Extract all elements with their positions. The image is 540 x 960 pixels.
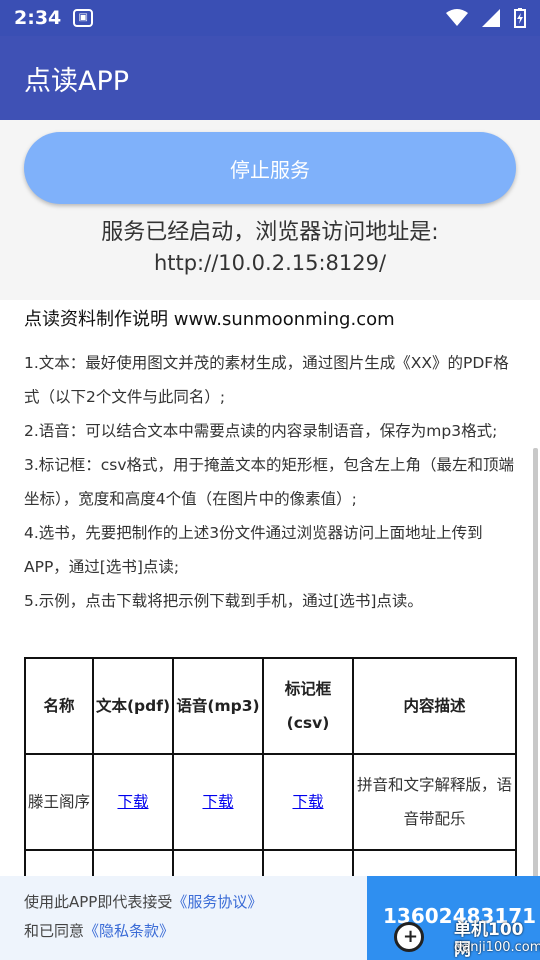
row-csv-cell: 下载 [262, 753, 354, 851]
instructions: 点读资料制作说明 www.sunmoonming.com 1.文本：最好使用图文… [24, 300, 518, 618]
instruction-item: 3.标记框：csv格式，用于掩盖文本的矩形框，包含左上角（最左和顶端坐标），宽度… [24, 456, 515, 508]
table-header-row: 名称 文本(pdf) 语音(mp3) 标记框(csv) 内容描述 [24, 657, 517, 755]
row-name: 滕王阁序 [24, 753, 94, 851]
agreement-line-2: 和已同意《隐私条款》 [24, 917, 343, 946]
download-pdf-link[interactable]: 下载 [117, 793, 148, 811]
header-name: 名称 [24, 657, 94, 755]
download-mp3-link[interactable]: 下载 [202, 793, 233, 811]
instruction-item: 2.语音：可以结合文本中需要点读的内容录制语音，保存为mp3格式; [24, 422, 498, 440]
service-url: http://10.0.2.15:8129/ [153, 251, 387, 275]
service-panel: 停止服务 服务已经启动，浏览器访问地址是: http://10.0.2.15:8… [0, 120, 540, 300]
notification-icon: ▣ [73, 9, 94, 27]
service-status-text: 服务已经启动，浏览器访问地址是: [101, 220, 439, 245]
privacy-prefix: 和已同意 [24, 922, 85, 940]
table-row: 滕王阁序 下载 下载 下载 拼音和文字解释版，语音带配乐 [24, 753, 517, 851]
app-bar: 点读APP [0, 36, 540, 120]
watermark-sub: danji100.com [454, 940, 540, 955]
row-mp3-cell: 下载 [172, 753, 264, 851]
signal-icon [482, 9, 500, 27]
battery-icon [514, 8, 526, 28]
status-bar: 2:34 ▣ [0, 0, 540, 36]
row-pdf-cell: 下载 [92, 753, 174, 851]
header-desc: 内容描述 [352, 657, 517, 755]
instruction-item: 5.示例，点击下载将把示例下载到手机，通过[选书]点读。 [24, 592, 423, 610]
row-desc: 拼音和文字解释版，语音带配乐 [352, 753, 517, 851]
download-csv-link[interactable]: 下载 [292, 793, 323, 811]
instruction-item: 1.文本：最好使用图文并茂的素材生成，通过图片生成《XX》的PDF格式（以下2个… [24, 354, 509, 406]
scrollbar[interactable] [533, 448, 538, 900]
header-mp3: 语音(mp3) [172, 657, 264, 755]
status-icons [446, 8, 526, 28]
agreement-footer: 使用此APP即代表接受《服务协议》 和已同意《隐私条款》 [0, 876, 367, 960]
privacy-policy-link[interactable]: 《隐私条款》 [84, 922, 174, 940]
status-time: 2:34 [14, 7, 62, 29]
agreement-prefix: 使用此APP即代表接受 [24, 893, 173, 911]
stop-service-button[interactable]: 停止服务 [24, 132, 516, 204]
agreement-line-1: 使用此APP即代表接受《服务协议》 [24, 888, 343, 917]
service-agreement-link[interactable]: 《服务协议》 [172, 893, 262, 911]
instructions-title: 点读资料制作说明 www.sunmoonming.com [24, 309, 395, 330]
watermark-logo-icon: + [394, 922, 424, 952]
header-pdf: 文本(pdf) [92, 657, 174, 755]
watermark: + 单机100网 danji100.com [392, 920, 540, 960]
app-title: 点读APP [24, 65, 130, 97]
wifi-icon [446, 9, 468, 26]
header-csv: 标记框(csv) [262, 657, 354, 755]
instruction-item: 4.选书，先要把制作的上述3份文件通过浏览器访问上面地址上传到APP，通过[选书… [24, 524, 483, 576]
